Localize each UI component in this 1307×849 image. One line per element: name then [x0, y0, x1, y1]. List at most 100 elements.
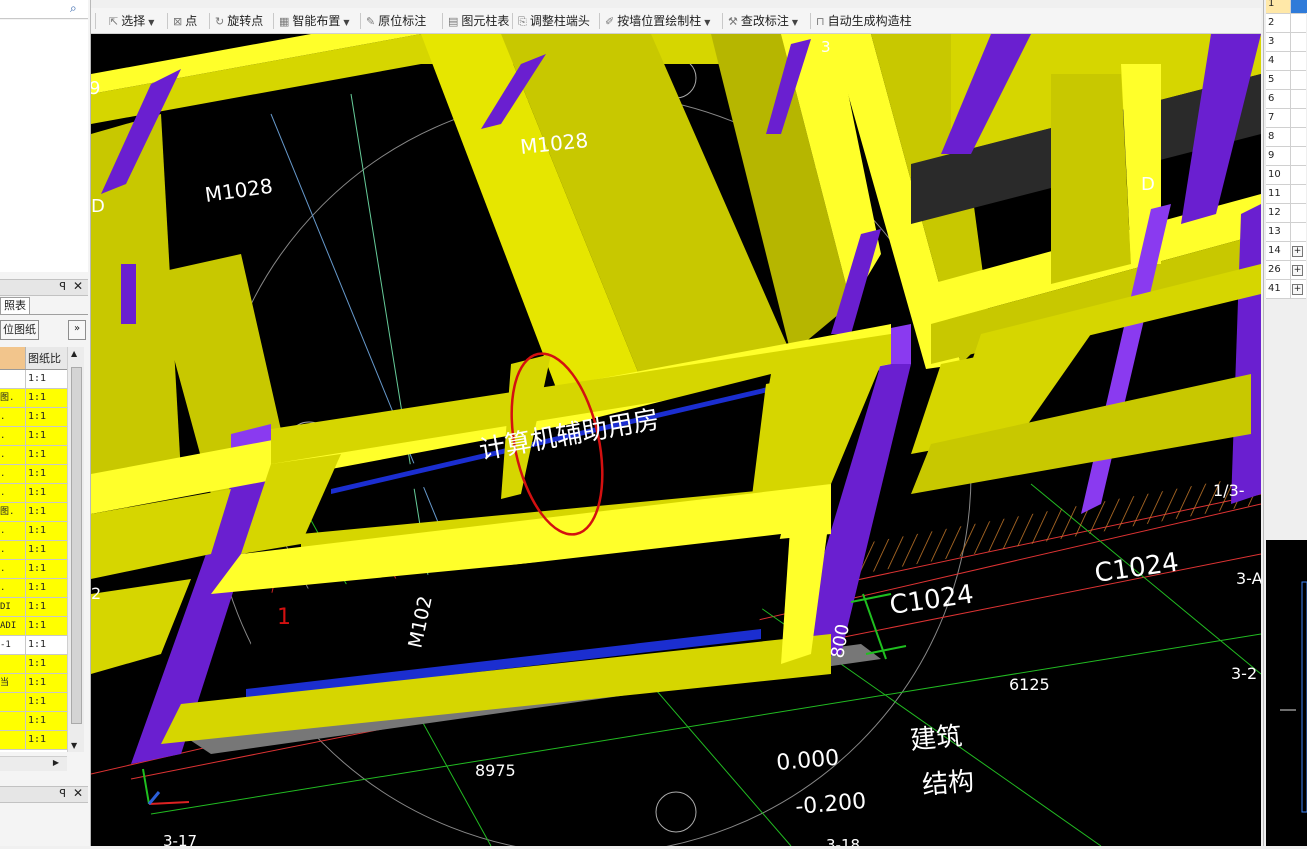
floor-cell[interactable]: [1290, 33, 1307, 51]
floor-cell[interactable]: [1290, 71, 1307, 89]
drawing-name-cell[interactable]: .: [0, 522, 26, 540]
drawing-scale-cell[interactable]: 1:1: [28, 598, 46, 616]
drawing-scale-cell[interactable]: 1:1: [28, 408, 46, 426]
3d-drawing-viewport[interactable]: M1028 M1028 M102 计算机辅助用房 C1024 C1024 800…: [91, 34, 1261, 846]
search-input[interactable]: ⌕: [0, 0, 88, 19]
floor-cell[interactable]: [1290, 185, 1307, 203]
scroll-down-icon[interactable]: ▼: [71, 741, 77, 750]
close-icon[interactable]: ✕: [73, 786, 83, 800]
floor-cell[interactable]: [1290, 109, 1307, 127]
floor-row[interactable]: 3: [1266, 33, 1306, 52]
table-row[interactable]: . 1:1: [0, 541, 67, 560]
table-row[interactable]: . 1:1: [0, 579, 67, 598]
drawing-name-cell[interactable]: .: [0, 560, 26, 578]
table-row[interactable]: . 1:1: [0, 560, 67, 579]
grid-header-name-cell[interactable]: [0, 347, 26, 369]
table-row[interactable]: 1:1: [0, 370, 67, 389]
drawing-scale-cell[interactable]: 1:1: [28, 712, 46, 730]
drawing-name-cell[interactable]: [0, 731, 26, 749]
toolbar-rotate-point-button[interactable]: ↻ 旋转点: [215, 12, 263, 30]
scrollbar-thumb[interactable]: [71, 367, 82, 724]
table-row[interactable]: . 1:1: [0, 408, 67, 427]
floor-row[interactable]: 2: [1266, 14, 1306, 33]
floor-cell[interactable]: [1290, 166, 1307, 184]
drawing-scale-cell[interactable]: 1:1: [28, 579, 46, 597]
chevron-down-icon[interactable]: ▼: [792, 18, 798, 27]
toolbar-adjust-column-end-button[interactable]: ⎘ 调整柱端头: [518, 12, 590, 30]
drawing-name-cell[interactable]: .: [0, 446, 26, 464]
vertical-scrollbar[interactable]: ▲ ▼: [67, 347, 84, 752]
chevron-down-icon[interactable]: ▼: [704, 18, 710, 27]
drawing-name-cell[interactable]: .: [0, 465, 26, 483]
drawing-scale-cell[interactable]: 1:1: [28, 465, 46, 483]
tab-drawing-table[interactable]: 照表: [0, 297, 30, 314]
pin-icon[interactable]: ꟼ: [59, 787, 66, 800]
table-row[interactable]: 当 1:1: [0, 674, 67, 693]
drawing-scale-cell[interactable]: 1:1: [28, 541, 46, 559]
toolbar-auto-generate-column-button[interactable]: ⊓ 自动生成构造柱: [816, 12, 912, 30]
floor-cell[interactable]: [1290, 52, 1307, 70]
floor-row[interactable]: 14 +: [1266, 242, 1306, 261]
table-row[interactable]: DI 1:1: [0, 598, 67, 617]
floor-cell[interactable]: [1290, 223, 1307, 241]
pin-icon[interactable]: ꟼ: [59, 280, 66, 293]
table-row[interactable]: . 1:1: [0, 465, 67, 484]
mini-navigator[interactable]: [1266, 540, 1307, 846]
expand-icon[interactable]: +: [1292, 284, 1303, 295]
toolbar-in-place-label-button[interactable]: ✎ 原位标注: [366, 12, 426, 30]
expand-icon[interactable]: +: [1292, 265, 1303, 276]
drawing-name-cell[interactable]: .: [0, 408, 26, 426]
drawing-name-cell[interactable]: -1: [0, 636, 26, 654]
chevron-down-icon[interactable]: ▼: [148, 18, 154, 27]
table-row[interactable]: 图. 1:1: [0, 503, 67, 522]
floor-row[interactable]: 4: [1266, 52, 1306, 71]
locate-drawing-button[interactable]: 位图纸: [0, 320, 39, 340]
drawing-scale-cell[interactable]: 1:1: [28, 389, 46, 407]
scroll-up-icon[interactable]: ▲: [71, 349, 77, 358]
drawing-scale-cell[interactable]: 1:1: [28, 731, 46, 749]
expand-icon[interactable]: +: [1292, 246, 1303, 257]
drawing-scale-cell[interactable]: 1:1: [28, 446, 46, 464]
floor-cell[interactable]: [1290, 90, 1307, 108]
drawing-name-cell[interactable]: .: [0, 541, 26, 559]
drawing-name-cell[interactable]: [0, 693, 26, 711]
toolbar-smart-layout-button[interactable]: ▦ 智能布置 ▼: [279, 12, 350, 30]
floor-row[interactable]: 26 +: [1266, 261, 1306, 280]
drawing-name-cell[interactable]: DI: [0, 598, 26, 616]
drawing-name-cell[interactable]: [0, 655, 26, 673]
drawing-name-cell[interactable]: .: [0, 427, 26, 445]
toolbar-column-table-button[interactable]: ▤ 图元柱表: [448, 12, 509, 30]
drawing-scale-cell[interactable]: 1:1: [28, 655, 46, 673]
table-row[interactable]: . 1:1: [0, 427, 67, 446]
floor-row[interactable]: 1: [1266, 0, 1307, 14]
drawing-name-cell[interactable]: .: [0, 484, 26, 502]
drawing-scale-cell[interactable]: 1:1: [28, 427, 46, 445]
table-row[interactable]: 图. 1:1: [0, 389, 67, 408]
table-row[interactable]: 1:1: [0, 655, 67, 674]
toolbar-point-button[interactable]: ⊠ 点: [173, 12, 197, 30]
drawing-name-cell[interactable]: [0, 370, 26, 388]
floor-row[interactable]: 41 +: [1266, 280, 1306, 299]
drawing-scale-cell[interactable]: 1:1: [28, 693, 46, 711]
table-row[interactable]: . 1:1: [0, 522, 67, 541]
model-canvas[interactable]: M1028 M1028 M102 计算机辅助用房 C1024 C1024 800…: [91, 34, 1261, 846]
drawing-name-cell[interactable]: 当: [0, 674, 26, 692]
floor-cell[interactable]: [1290, 14, 1307, 32]
search-icon[interactable]: ⌕: [70, 1, 84, 15]
horizontal-scrollbar[interactable]: ▶: [0, 756, 67, 771]
drawing-scale-cell[interactable]: 1:1: [28, 370, 46, 388]
drawing-scale-cell[interactable]: 1:1: [28, 522, 46, 540]
table-row[interactable]: 1:1: [0, 693, 67, 712]
drawing-name-cell[interactable]: .: [0, 579, 26, 597]
floor-cell[interactable]: [1290, 128, 1307, 146]
drawing-scale-cell[interactable]: 1:1: [28, 636, 46, 654]
drawing-name-cell[interactable]: 图.: [0, 503, 26, 521]
drawing-name-cell[interactable]: ADI: [0, 617, 26, 635]
drawing-scale-cell[interactable]: 1:1: [28, 617, 46, 635]
component-tree[interactable]: [0, 20, 88, 272]
drawing-scale-cell[interactable]: 1:1: [28, 484, 46, 502]
floor-row[interactable]: 6: [1266, 90, 1306, 109]
floor-row[interactable]: 9: [1266, 147, 1306, 166]
drawing-scale-cell[interactable]: 1:1: [28, 674, 46, 692]
floor-cell[interactable]: [1290, 204, 1307, 222]
